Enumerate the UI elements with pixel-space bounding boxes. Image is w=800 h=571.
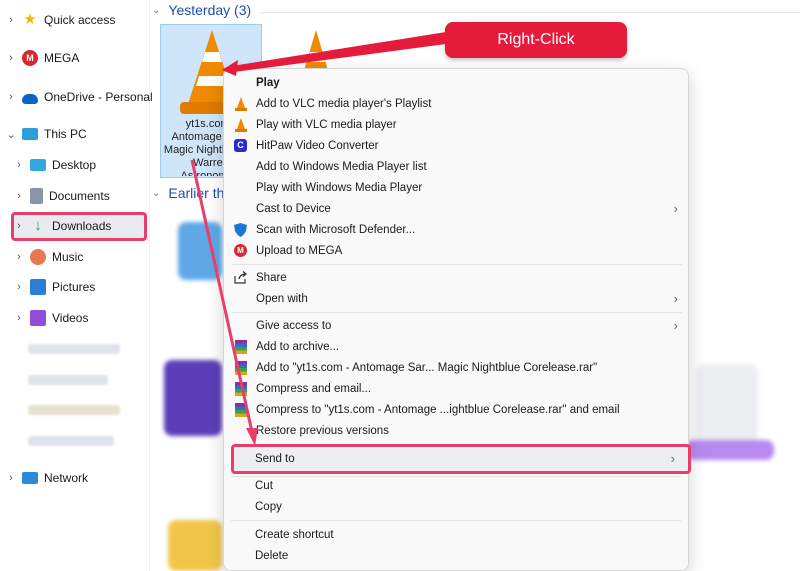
group-header-earlier[interactable]: ⌄ Earlier th	[152, 185, 224, 201]
star-icon: ★	[23, 11, 37, 28]
menu-item-delete[interactable]: Delete	[223, 545, 689, 566]
nav-label: Documents	[49, 189, 110, 203]
chevron-down-icon[interactable]: ⌄	[152, 188, 160, 199]
chevron-right-icon[interactable]: ›	[12, 312, 26, 324]
chevron-down-icon[interactable]: ⌄	[4, 128, 18, 141]
pictures-icon	[30, 279, 46, 295]
menu-separator	[231, 520, 681, 521]
chevron-right-icon[interactable]: ›	[4, 472, 18, 484]
explorer-window: › ★ Quick access › M MEGA › OneDrive - P…	[0, 0, 800, 571]
chevron-right-icon[interactable]: ›	[4, 52, 18, 64]
menu-item-send-to[interactable]: Send to ›	[223, 448, 689, 469]
chevron-right-icon[interactable]: ›	[12, 190, 26, 202]
nav-item-mega[interactable]: › M MEGA	[0, 46, 79, 70]
music-icon	[30, 249, 46, 265]
blurred-drive	[28, 344, 120, 354]
chevron-right-icon: ›	[670, 451, 675, 466]
menu-item-copy[interactable]: Copy	[223, 496, 689, 517]
blurred-file-thumbnail	[164, 360, 222, 436]
nav-label: This PC	[44, 127, 87, 141]
cloud-icon	[22, 93, 38, 104]
group-divider	[260, 12, 800, 13]
nav-label: Network	[44, 471, 89, 485]
blurred-drive	[28, 436, 114, 446]
mega-icon: M	[22, 50, 38, 66]
blurred-drive	[28, 375, 108, 385]
context-menu-lower: Send to › Cut Copy Create shortcut Delet…	[223, 68, 689, 571]
chevron-right-icon[interactable]: ›	[4, 91, 18, 103]
blurred-file-thumbnail	[178, 222, 222, 280]
nav-label: OneDrive - Personal	[44, 90, 153, 104]
nav-label: Pictures	[52, 280, 96, 294]
document-icon	[30, 188, 43, 204]
chevron-right-icon[interactable]: ›	[12, 251, 26, 263]
chevron-right-icon[interactable]: ›	[4, 14, 18, 26]
chevron-down-icon[interactable]: ⌄	[152, 5, 160, 16]
chevron-right-icon[interactable]: ›	[12, 159, 26, 171]
chevron-right-icon[interactable]: ›	[12, 281, 26, 293]
blurred-drive	[28, 405, 120, 415]
nav-item-quick-access[interactable]: › ★ Quick access	[0, 8, 115, 32]
blurred-file-thumbnail	[168, 520, 222, 571]
menu-item-create-shortcut[interactable]: Create shortcut	[223, 524, 689, 545]
videos-icon	[30, 310, 46, 326]
nav-label: Quick access	[44, 13, 116, 27]
menu-item-cut[interactable]: Cut	[223, 475, 689, 496]
nav-item-documents[interactable]: › Documents	[8, 184, 110, 208]
nav-label: Desktop	[52, 158, 97, 172]
nav-label: Music	[52, 250, 84, 264]
desktop-icon	[30, 159, 46, 171]
right-click-callout: Right-Click	[445, 22, 627, 58]
nav-label: Videos	[52, 311, 89, 325]
monitor-icon	[22, 128, 38, 140]
nav-label: Downloads	[52, 219, 112, 233]
nav-item-desktop[interactable]: › Desktop	[8, 153, 96, 177]
group-header-yesterday[interactable]: ⌄ Yesterday (3)	[152, 2, 251, 18]
nav-item-this-pc[interactable]: ⌄ This PC	[0, 122, 87, 146]
blurred-file-thumbnail	[696, 364, 758, 448]
nav-item-pictures[interactable]: › Pictures	[8, 275, 95, 299]
navigation-pane: › ★ Quick access › M MEGA › OneDrive - P…	[0, 0, 153, 571]
group-title: Yesterday (3)	[168, 2, 252, 18]
download-icon: ↓	[34, 217, 42, 234]
nav-item-onedrive[interactable]: › OneDrive - Personal	[0, 85, 153, 109]
network-icon	[22, 472, 38, 484]
nav-item-network[interactable]: › Network	[0, 466, 88, 490]
nav-item-music[interactable]: › Music	[8, 245, 83, 269]
chevron-right-icon[interactable]: ›	[12, 220, 26, 232]
blurred-file-thumbnail	[686, 440, 774, 460]
nav-item-downloads[interactable]: › ↓ Downloads	[8, 214, 111, 238]
nav-label: MEGA	[44, 51, 80, 65]
group-title: Earlier th	[168, 185, 225, 201]
nav-item-videos[interactable]: › Videos	[8, 306, 88, 330]
